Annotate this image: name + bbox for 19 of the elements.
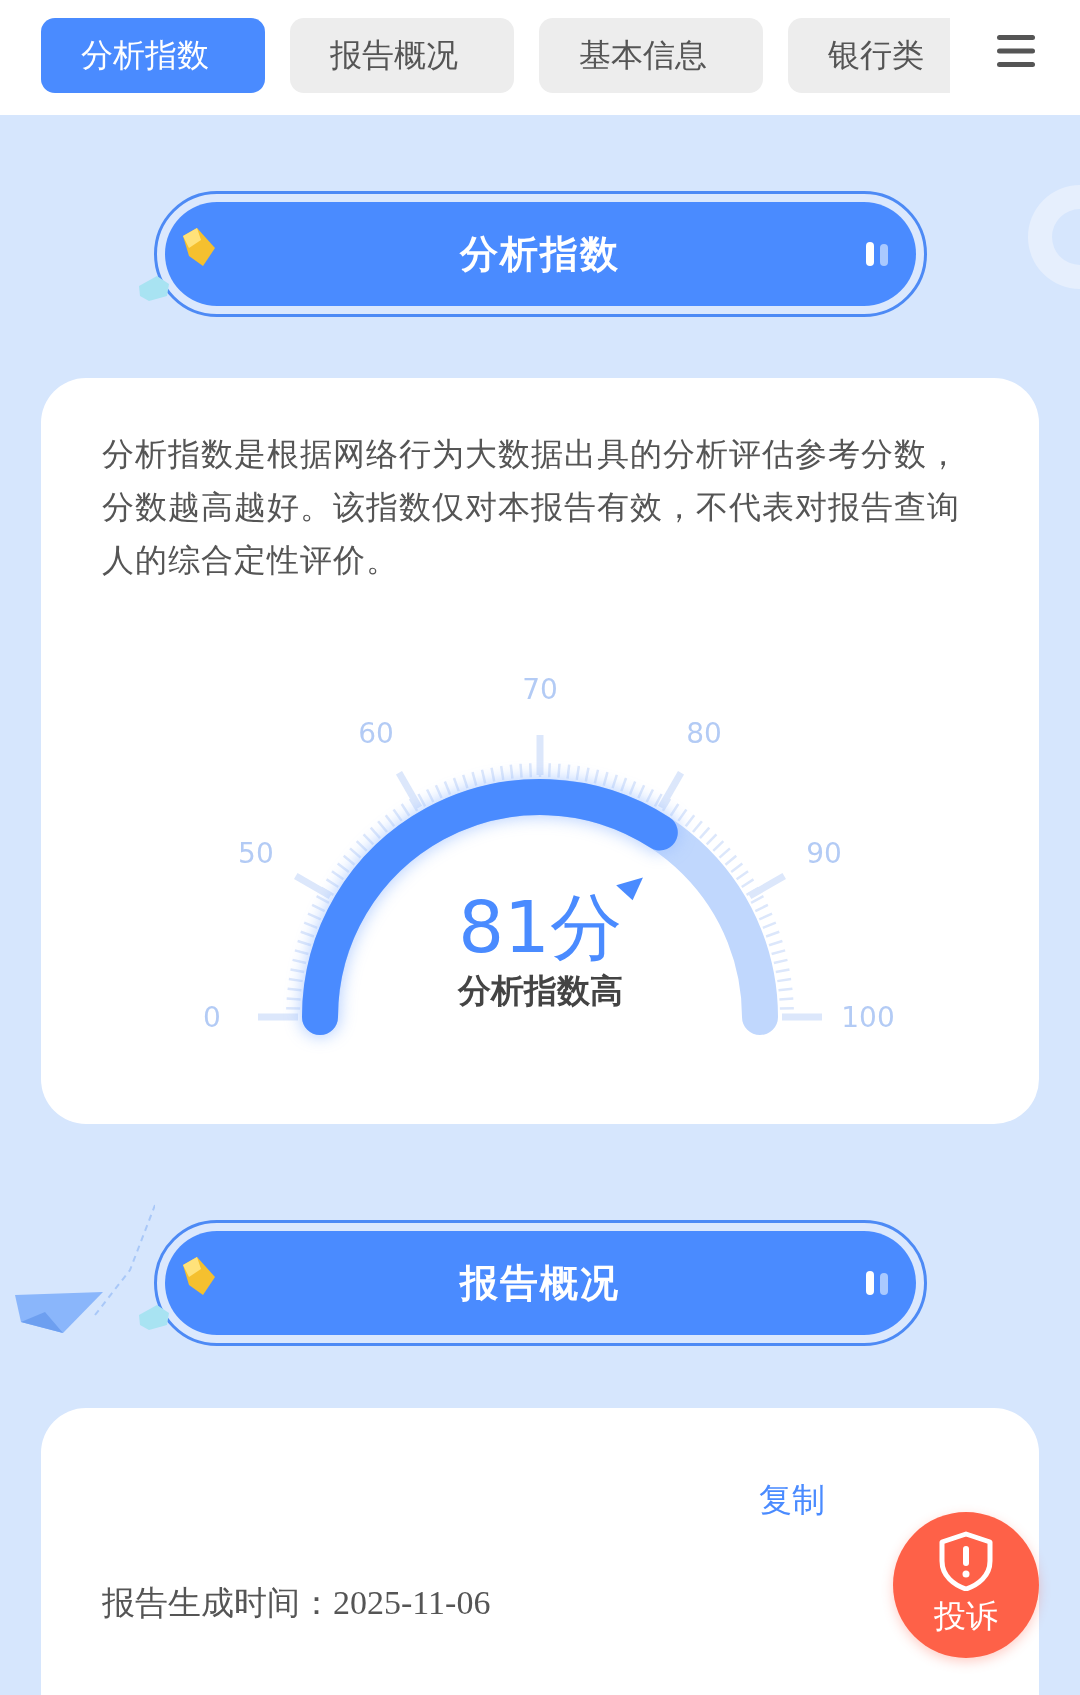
tick-label: 80 <box>686 716 722 750</box>
section-title: 报告概况 <box>460 1259 620 1307</box>
section-title: 分析指数 <box>460 230 620 278</box>
nav-tab[interactable]: 分析指数 <box>41 18 265 93</box>
shield-icon <box>938 1531 994 1591</box>
nav-tab[interactable]: 报告概况 <box>290 18 514 93</box>
description-text: 分析指数是根据网络行为大数据出具的分析评估参考分数，分数越高越好。该指数仅对本报告有效，不代表对报告查询人的综合定性评价。 <box>102 434 961 581</box>
tick-label: 0 <box>203 1001 221 1034</box>
nav-tab[interactable]: 银行类 <box>788 18 950 93</box>
tick-label: 60 <box>358 716 394 750</box>
field-label: 报告生成时间： <box>102 1582 333 1624</box>
tick-label: 50 <box>238 837 274 870</box>
tick-label: 100 <box>841 1001 895 1034</box>
tick-label: 70 <box>522 673 558 706</box>
nav-tab[interactable]: 基本信息 <box>539 18 763 93</box>
field-value: 2025-11-06 <box>333 1584 491 1622</box>
menu-icon[interactable] <box>995 34 1037 68</box>
tick-label: 90 <box>806 837 842 870</box>
copy-link[interactable]: 复制 <box>759 1478 825 1523</box>
